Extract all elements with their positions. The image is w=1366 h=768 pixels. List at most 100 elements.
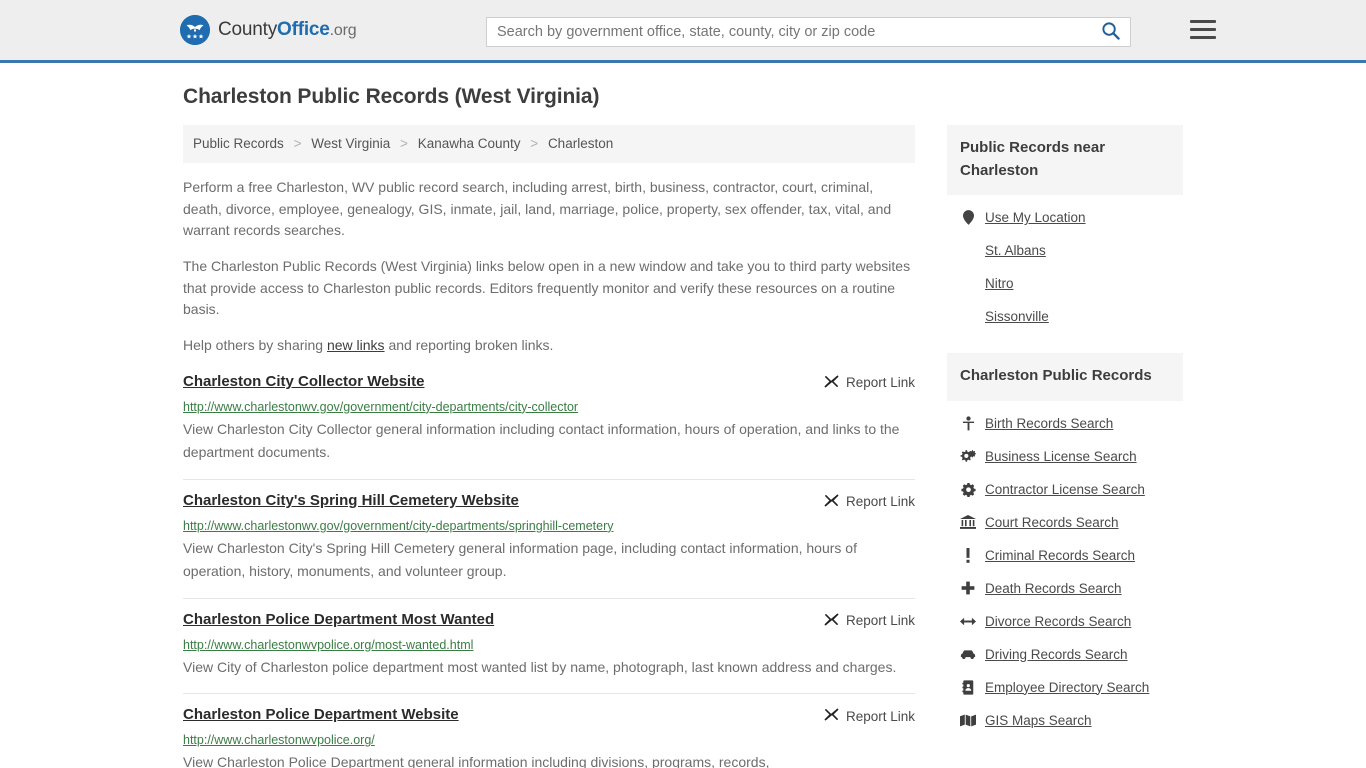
map-pin-icon [960, 210, 976, 225]
exclamation-icon [960, 547, 976, 563]
sidebar-item-nitro[interactable]: Nitro [960, 267, 1183, 300]
sidebar-link[interactable]: Sissonville [985, 309, 1049, 324]
cog-icon [960, 482, 976, 497]
hamburger-menu-icon[interactable] [1190, 20, 1216, 39]
sidebar-item-use-my-location[interactable]: Use My Location [960, 201, 1183, 234]
sidebar-link[interactable]: Use My Location [985, 210, 1086, 225]
sidebar-item-st-albans[interactable]: St. Albans [960, 234, 1183, 267]
sidebar-link[interactable]: Contractor License Search [985, 482, 1145, 497]
sidebar-link[interactable]: Divorce Records Search [985, 614, 1131, 629]
sidebar-item-driving-records[interactable]: Driving Records Search [960, 638, 1183, 671]
header-inner: CountyOffice.org [180, 0, 1216, 60]
sidebar-nearby-heading: Public Records near Charleston [947, 125, 1183, 195]
sidebar-item-employee-directory[interactable]: Employee Directory Search [960, 671, 1183, 704]
eagle-seal-logo-icon [180, 15, 210, 45]
broken-link-icon [824, 707, 839, 725]
content-columns: Public Records > West Virginia > Kanawha… [183, 125, 1183, 768]
result-description: View Charleston City's Spring Hill Cemet… [183, 539, 857, 580]
site-header: CountyOffice.org [0, 0, 1366, 63]
sidebar-link[interactable]: St. Albans [985, 243, 1046, 258]
sidebar-item-business-license[interactable]: Business License Search [960, 440, 1183, 473]
sidebar-item-birth-records[interactable]: Birth Records Search [960, 407, 1183, 440]
hamburger-bar [1190, 28, 1216, 31]
intro-section: Perform a free Charleston, WV public rec… [183, 177, 915, 357]
breadcrumb-item-kanawha-county[interactable]: Kanawha County [418, 136, 521, 151]
report-link-button[interactable]: Report Link [824, 611, 915, 630]
cross-icon [960, 581, 976, 595]
sidebar-link[interactable]: Nitro [985, 276, 1014, 291]
search-input[interactable] [487, 18, 1090, 46]
site-logo[interactable]: CountyOffice.org [180, 15, 357, 45]
sidebar-item-death-records[interactable]: Death Records Search [960, 572, 1183, 605]
intro-paragraph-3: Help others by sharing new links and rep… [183, 335, 915, 357]
page-container: Charleston Public Records (West Virginia… [183, 63, 1183, 768]
result-url[interactable]: http://www.charlestonwvpolice.org/ [183, 733, 915, 747]
breadcrumb-item-public-records[interactable]: Public Records [193, 136, 284, 151]
new-links-link[interactable]: new links [327, 337, 385, 353]
report-link-button[interactable]: Report Link [824, 492, 915, 511]
sidebar-link[interactable]: Birth Records Search [985, 416, 1113, 431]
hamburger-bar [1190, 36, 1216, 39]
sidebar-link[interactable]: Death Records Search [985, 581, 1122, 596]
sidebar-records-box: Charleston Public Records Birth Records … [947, 353, 1183, 737]
courthouse-icon [960, 515, 976, 529]
search-bar[interactable] [486, 17, 1131, 47]
sidebar-link[interactable]: GIS Maps Search [985, 713, 1092, 728]
result-title-link[interactable]: Charleston City's Spring Hill Cemetery W… [183, 492, 519, 509]
car-icon [960, 649, 976, 660]
report-link-label: Report Link [845, 708, 915, 724]
sidebar-link[interactable]: Court Records Search [985, 515, 1119, 530]
sidebar-item-gis-maps[interactable]: GIS Maps Search [960, 704, 1183, 737]
sidebar-item-criminal-records[interactable]: Criminal Records Search [960, 539, 1183, 572]
site-logo-text: CountyOffice.org [218, 19, 357, 41]
sidebar-item-sissonville[interactable]: Sissonville [960, 300, 1183, 333]
sidebar-link[interactable]: Business License Search [985, 449, 1137, 464]
result-header: Charleston Police Department Most Wanted… [183, 611, 915, 630]
broken-link-icon [824, 612, 839, 630]
result-title-link[interactable]: Charleston Police Department Website [183, 706, 459, 723]
breadcrumb-separator: > [530, 136, 539, 151]
result-description: View City of Charleston police departmen… [183, 658, 897, 675]
sidebar-link[interactable]: Employee Directory Search [985, 680, 1149, 695]
intro-p3-after: and reporting broken links. [384, 337, 554, 354]
broken-link-icon [824, 374, 839, 392]
results-list: Charleston City Collector Website Report… [183, 371, 915, 768]
result-title-link[interactable]: Charleston Police Department Most Wanted [183, 611, 494, 628]
result-item: Charleston City Collector Website Report… [183, 371, 915, 479]
sidebar-link[interactable]: Criminal Records Search [985, 548, 1135, 563]
search-button[interactable] [1090, 18, 1130, 46]
result-description: View Charleston Police Department genera… [183, 754, 770, 768]
intro-p3-before: Help others by sharing [183, 337, 327, 354]
page-title: Charleston Public Records (West Virginia… [183, 85, 600, 108]
broken-link-icon [824, 493, 839, 511]
result-url[interactable]: http://www.charlestonwv.gov/government/c… [183, 400, 915, 414]
result-url[interactable]: http://www.charlestonwvpolice.org/most-w… [183, 638, 915, 652]
sidebar-item-contractor-license[interactable]: Contractor License Search [960, 473, 1183, 506]
result-header: Charleston City's Spring Hill Cemetery W… [183, 492, 915, 511]
brand-part-office: Office [277, 19, 330, 40]
sidebar: Public Records near Charleston Use My Lo… [947, 125, 1183, 768]
result-item: Charleston City's Spring Hill Cemetery W… [183, 478, 915, 598]
result-item: Charleston Police Department Website Rep… [183, 693, 915, 768]
report-link-label: Report Link [845, 613, 915, 629]
sidebar-nearby-box: Public Records near Charleston Use My Lo… [947, 125, 1183, 333]
breadcrumb-item-west-virginia[interactable]: West Virginia [311, 136, 390, 151]
arrows-horizontal-icon [960, 616, 976, 627]
breadcrumb-separator: > [293, 136, 302, 151]
sidebar-link[interactable]: Driving Records Search [985, 647, 1128, 662]
report-link-button[interactable]: Report Link [824, 706, 915, 725]
sidebar-nearby-list: Use My Location St. Albans Nitro Sissonv… [947, 195, 1183, 333]
result-item: Charleston Police Department Most Wanted… [183, 597, 915, 694]
result-url[interactable]: http://www.charlestonwv.gov/government/c… [183, 519, 915, 533]
brand-part-tld: .org [329, 22, 357, 39]
report-link-label: Report Link [845, 494, 915, 510]
intro-paragraph-2: The Charleston Public Records (West Virg… [183, 258, 911, 318]
breadcrumb-item-charleston: Charleston [547, 136, 614, 151]
sidebar-records-list: Birth Records Search Business License Se… [947, 401, 1183, 737]
report-link-button[interactable]: Report Link [824, 373, 915, 392]
sidebar-item-divorce-records[interactable]: Divorce Records Search [960, 605, 1183, 638]
result-title-link[interactable]: Charleston City Collector Website [183, 373, 424, 390]
sidebar-item-court-records[interactable]: Court Records Search [960, 506, 1183, 539]
baby-icon [960, 415, 976, 431]
breadcrumb: Public Records > West Virginia > Kanawha… [183, 125, 915, 163]
